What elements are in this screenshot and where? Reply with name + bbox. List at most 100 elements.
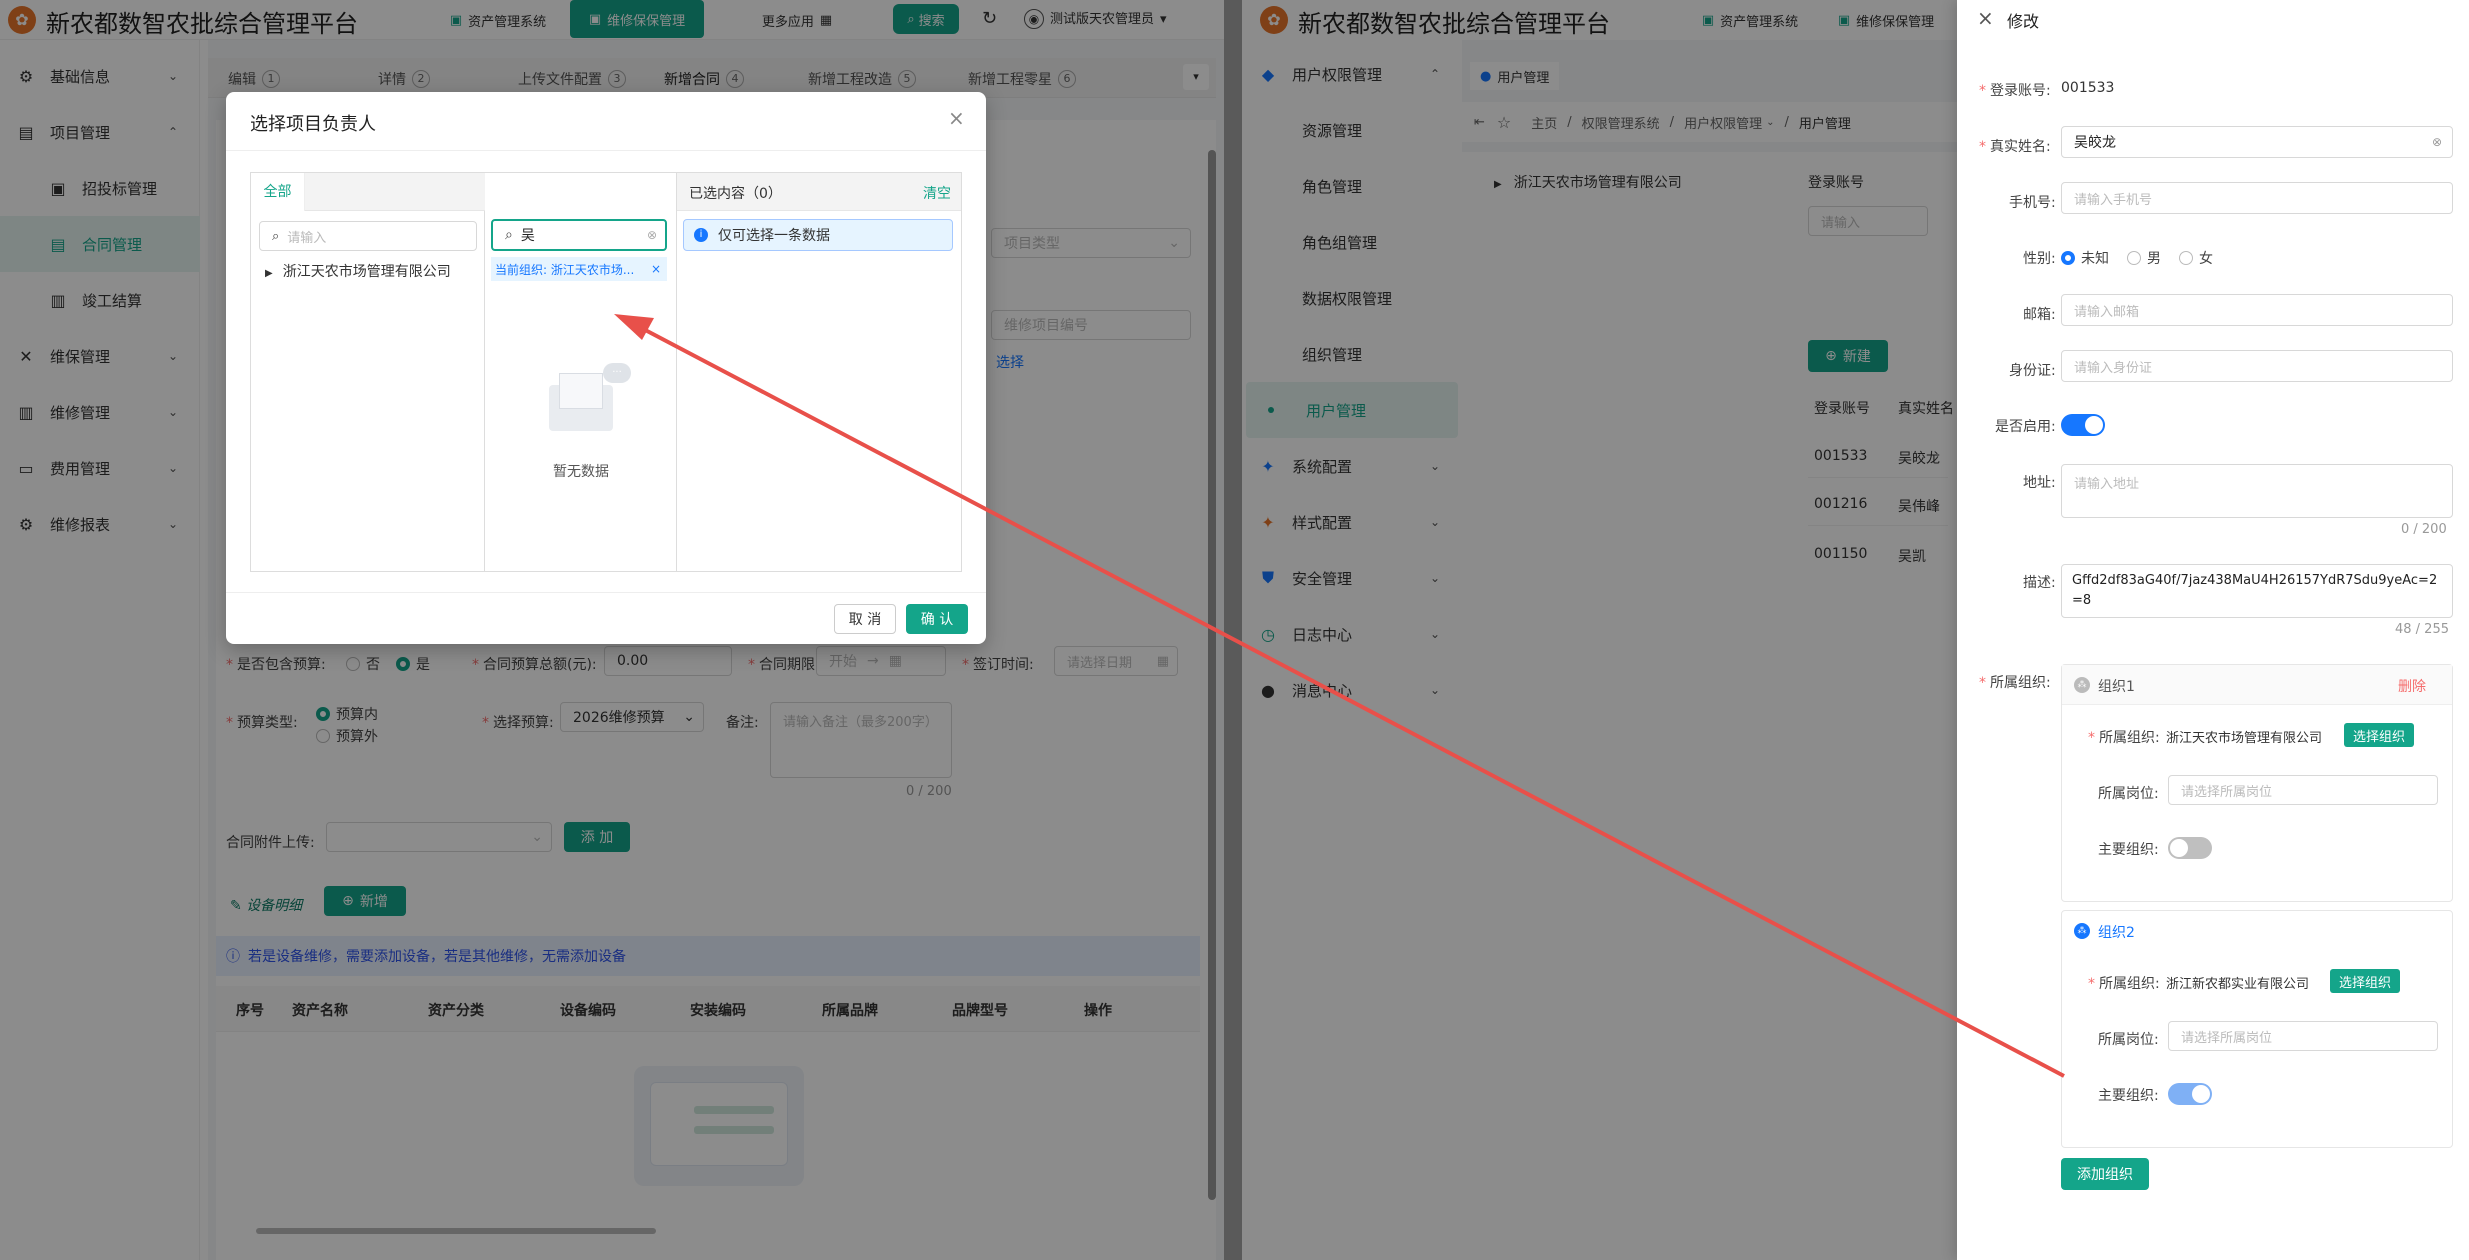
- org2-main-label: 主要组织:: [2098, 1088, 2159, 1104]
- org-icon: ⁂: [2074, 923, 2090, 939]
- org2-post-label: 所属岗位:: [2098, 1032, 2159, 1048]
- person-search-input[interactable]: ⌕ 吴 ⊗: [491, 219, 667, 251]
- org2-post-select[interactable]: 请选择所属岗位: [2168, 1021, 2438, 1051]
- real-name-label: 真实姓名:: [1990, 139, 2051, 155]
- person-search-value: 吴: [520, 228, 535, 244]
- id-placeholder: 请输入身份证: [2074, 360, 2153, 376]
- email-input[interactable]: 请输入邮箱: [2061, 294, 2453, 326]
- person-list-panel: ⌕ 吴 ⊗ 当前组织: 浙江天农市场... × ··· 暂无数据: [485, 173, 677, 571]
- desc-field: 描述:: [2023, 572, 2056, 592]
- clear-link[interactable]: 清空: [923, 183, 951, 203]
- address-placeholder: 请输入地址: [2074, 477, 2140, 492]
- gender-female[interactable]: 女: [2179, 248, 2213, 268]
- org-icon: ⁂: [2074, 677, 2090, 693]
- org2-select-button[interactable]: 选择组织: [2330, 969, 2400, 993]
- search-icon: ⌕: [272, 228, 280, 244]
- address-textarea[interactable]: 请输入地址: [2061, 464, 2453, 518]
- toggle-knob: [2192, 1085, 2210, 1103]
- org-card-title: 组织1: [2098, 679, 2135, 695]
- org-field: * 所属组织:: [1979, 675, 2051, 691]
- radio-icon: [2179, 251, 2193, 265]
- gender-male[interactable]: 男: [2127, 248, 2161, 268]
- org-tree-panel: 全部 ⌕ 请输入 ▶ 浙江天农市场管理有限公司: [251, 173, 485, 571]
- phone-field: 手机号:: [2009, 192, 2056, 212]
- org1-post-field: 所属岗位:: [2098, 783, 2159, 803]
- org1-main-toggle[interactable]: [2168, 837, 2212, 859]
- cancel-label: 取 消: [848, 612, 882, 628]
- address-count: 0 / 200: [2401, 522, 2447, 537]
- empty-text: 暂无数据: [553, 464, 609, 480]
- id-field: 身份证:: [2009, 360, 2056, 380]
- enabled-toggle[interactable]: [2061, 414, 2105, 436]
- desc-textarea[interactable]: Gffd2df83aG40f/7jaz438MaU4H26157YdR7Sdu9…: [2061, 564, 2453, 618]
- org-tree-label: 浙江天农市场管理有限公司: [282, 264, 451, 280]
- radio-label: 男: [2147, 251, 2161, 267]
- cancel-button[interactable]: 取 消: [834, 604, 896, 634]
- select-org-label: 选择组织: [2352, 729, 2405, 745]
- org1-post-select[interactable]: 请选择所属岗位: [2168, 775, 2438, 805]
- left-app: ✿ 新农都数智农批综合管理平台 ▣ 资产管理系统 ▣ 维修保保管理 更多应用 ▦ ⌕ 搜…: [0, 0, 1224, 1260]
- select-org-label: 选择组织: [2338, 975, 2391, 991]
- gender-label: 性别:: [2023, 251, 2056, 267]
- gender-field: 性别:: [2023, 248, 2056, 268]
- org-search-placeholder: 请输入: [287, 230, 327, 246]
- phone-input[interactable]: 请输入手机号: [2061, 182, 2453, 214]
- phone-placeholder: 请输入手机号: [2074, 192, 2153, 208]
- window-divider: [1224, 0, 1242, 1260]
- selected-title: 已选内容（0）: [689, 186, 782, 202]
- org2-main-toggle[interactable]: [2168, 1083, 2212, 1105]
- clear-icon[interactable]: ⊗: [647, 228, 657, 242]
- org2-org-label: 所属组织:: [2099, 976, 2160, 992]
- close-icon[interactable]: ×: [948, 106, 965, 130]
- org1-org-value: 浙江天农市场管理有限公司: [2166, 731, 2323, 746]
- org-search-input[interactable]: ⌕ 请输入: [259, 221, 477, 251]
- real-name-field: * 真实姓名:: [1979, 139, 2051, 155]
- real-name-value: 吴皎龙: [2074, 135, 2116, 151]
- current-org-tag: 当前组织: 浙江天农市场... ×: [491, 257, 667, 281]
- org-tree-item[interactable]: ▶ 浙江天农市场管理有限公司: [265, 261, 451, 281]
- phone-label: 手机号:: [2009, 195, 2056, 211]
- close-icon[interactable]: ×: [1977, 6, 1994, 30]
- delete-link[interactable]: 删除: [2398, 676, 2426, 696]
- login-account-label: 登录账号:: [1990, 83, 2051, 99]
- org1-post-placeholder: 请选择所属岗位: [2181, 784, 2273, 800]
- caret-right-icon: ▶: [265, 268, 273, 279]
- org1-post-label: 所属岗位:: [2098, 786, 2159, 802]
- close-icon[interactable]: ×: [651, 262, 661, 276]
- add-org-button[interactable]: 添加组织: [2061, 1158, 2149, 1190]
- radio-icon: [2127, 251, 2141, 265]
- enabled-label: 是否启用:: [1995, 419, 2056, 435]
- gender-unknown[interactable]: 未知: [2061, 248, 2109, 268]
- org-card-2: ⁂ 组织2 * 所属组织: 浙江新农都实业有限公司 选择组织 所属岗位: 请选择所…: [2061, 910, 2453, 1148]
- org2-org-value: 浙江新农都实业有限公司: [2166, 977, 2310, 992]
- dialog-divider: [226, 150, 986, 151]
- empty-inbox-icon: ···: [541, 363, 631, 435]
- desc-count: 48 / 255: [2395, 622, 2449, 637]
- right-drawer-mask: [1242, 0, 1957, 1260]
- org-card-title: 组织2: [2098, 925, 2135, 941]
- org1-main-label: 主要组织:: [2098, 842, 2159, 858]
- edit-drawer: × 修改 * 登录账号: 001533 * 真实姓名: 吴皎龙 ⊗ 手机号: 请输入手…: [1957, 0, 2469, 1260]
- org1-select-button[interactable]: 选择组织: [2344, 723, 2414, 747]
- confirm-label: 确 认: [920, 612, 954, 628]
- org1-main-field: 主要组织:: [2098, 839, 2159, 859]
- confirm-button[interactable]: 确 认: [906, 604, 968, 634]
- email-field: 邮箱:: [2023, 304, 2056, 324]
- id-input[interactable]: 请输入身份证: [2061, 350, 2453, 382]
- desc-value: Gffd2df83aG40f/7jaz438MaU4H26157YdR7Sdu9…: [2072, 573, 2438, 608]
- tab-all[interactable]: 全部: [251, 173, 305, 211]
- org-card-1: ⁂ 组织1 删除 * 所属组织: 浙江天农市场管理有限公司 选择组织 所属岗位: …: [2061, 664, 2453, 902]
- real-name-input[interactable]: 吴皎龙 ⊗: [2061, 126, 2453, 158]
- dialog-title: 选择项目负责人: [250, 114, 376, 135]
- only-one-tip-text: 仅可选择一条数据: [718, 228, 830, 244]
- login-account-field: * 登录账号:: [1979, 83, 2051, 99]
- info-icon: i: [694, 228, 708, 242]
- login-account-value: 001533: [2061, 80, 2115, 96]
- clear-icon[interactable]: ⊗: [2432, 135, 2442, 149]
- org2-main-field: 主要组织:: [2098, 1085, 2159, 1105]
- email-label: 邮箱:: [2023, 307, 2056, 323]
- radio-checked-icon: [2061, 251, 2075, 265]
- right-app: ✿ 新农都数智农批综合管理平台 ▣ 资产管理系统 ▣ 维修保保管理 ◆ 用户权限管理 ⌃…: [1242, 0, 2469, 1260]
- radio-label: 未知: [2081, 251, 2109, 267]
- only-one-tip: i 仅可选择一条数据: [683, 219, 953, 251]
